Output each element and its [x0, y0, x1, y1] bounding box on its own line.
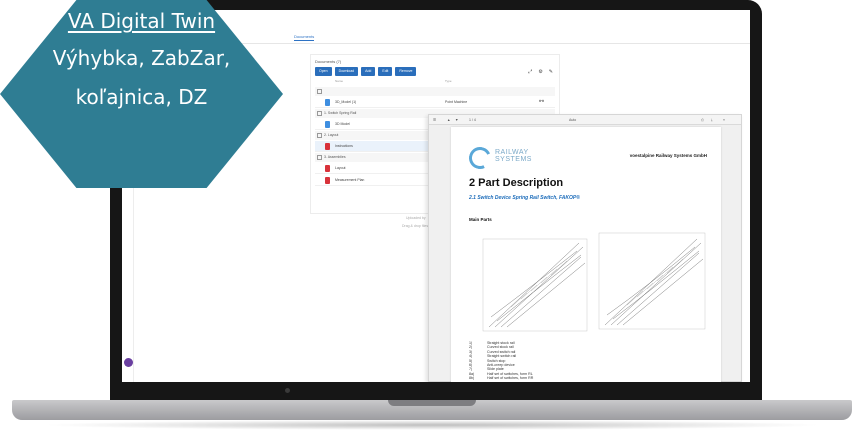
- collapse-icon[interactable]: [317, 111, 322, 116]
- dropzone-hint[interactable]: Drag & drop files: [402, 224, 428, 228]
- open-button[interactable]: Open: [315, 67, 332, 76]
- tab-documents[interactable]: Documents: [294, 34, 315, 41]
- legend-item: 8b) Half set of switches, form RR: [469, 376, 534, 381]
- pdf-viewer: ☰ ▲ ▼ 1 / 4 Auto ⎙ ⤓ » RAILWAY SYSTEMS v…: [428, 114, 742, 382]
- download-button[interactable]: Download: [334, 67, 359, 76]
- collapse-icon[interactable]: [317, 89, 322, 94]
- page-heading: 2 Part Description: [469, 177, 564, 189]
- print-icon[interactable]: ⎙: [701, 118, 704, 122]
- download-icon[interactable]: ⤓: [711, 118, 713, 122]
- zoom-select[interactable]: Auto: [569, 118, 576, 122]
- upload-note: Uploaded by: [406, 216, 426, 220]
- file-icon: [325, 99, 330, 106]
- section-heading: 2.1 Switch Device Spring Rail Switch, FA…: [469, 195, 580, 201]
- add-button[interactable]: Add: [361, 67, 376, 76]
- row-label: Measurement Plan: [335, 178, 365, 182]
- documents-toolbar: Open Download Add Edit Remove: [315, 67, 417, 76]
- badge-subtitle-1: Výhybka, ZabZar,: [52, 46, 231, 70]
- next-page-icon[interactable]: ▼: [455, 118, 458, 122]
- row-type: Point Machine: [445, 100, 468, 104]
- laptop-shadow: [40, 420, 824, 430]
- pdf-icon: [325, 143, 330, 150]
- avatar[interactable]: [124, 358, 133, 367]
- panel-title: Documents (7): [315, 59, 342, 64]
- row-label: 3D_Model (1): [335, 100, 357, 104]
- collapse-icon[interactable]: [317, 155, 322, 160]
- pdf-icon: [325, 177, 330, 184]
- row-label: 3D Model: [335, 122, 350, 126]
- link-icon[interactable]: ⚯: [539, 98, 544, 105]
- group-header[interactable]: [315, 87, 555, 96]
- page-indicator[interactable]: 1 / 4: [469, 118, 476, 122]
- badge-title: VA Digital Twin: [67, 9, 216, 33]
- product-mockup: Documents Documents (7) Open Download Ad…: [0, 0, 864, 444]
- sidebar-toggle-icon[interactable]: ☰: [433, 118, 436, 122]
- edit-button[interactable]: Edit: [378, 67, 393, 76]
- railway-systems-logo: [465, 143, 495, 173]
- laptop-notch: [388, 400, 476, 406]
- collapse-icon[interactable]: [317, 133, 322, 138]
- pdf-toolbar: ☰ ▲ ▼ 1 / 4 Auto ⎙ ⤓ »: [429, 115, 741, 125]
- row-label: Instructions: [335, 144, 353, 148]
- pdf-icon: [325, 165, 330, 172]
- group-label: 1. Switch Spring Rail: [324, 111, 357, 115]
- camera-icon: [285, 388, 290, 393]
- pin-icon[interactable]: ✎: [549, 69, 553, 75]
- badge-subtitle-2: koľajnica, DZ: [75, 85, 208, 109]
- main-parts-label: Main Parts: [469, 217, 492, 222]
- table-row[interactable]: 3D_Model (1) Point Machine ⚯: [315, 97, 555, 108]
- remove-button[interactable]: Remove: [395, 67, 417, 76]
- column-name[interactable]: Name: [335, 79, 343, 83]
- more-icon[interactable]: »: [723, 118, 725, 122]
- prev-page-icon[interactable]: ▲: [447, 118, 450, 122]
- expand-icon[interactable]: ⤢: [528, 69, 532, 75]
- switch-drawing: [482, 232, 706, 332]
- laptop-bezel: [110, 382, 762, 402]
- panel-tools: ⤢ ⚙ ✎: [528, 69, 553, 75]
- column-type[interactable]: Type: [445, 79, 452, 83]
- file-icon: [325, 121, 330, 128]
- parts-legend: 1) Straight stock rail 2) Curved stock rai…: [469, 341, 533, 381]
- pdf-page: RAILWAY SYSTEMS voestalpine Railway Syst…: [451, 127, 721, 382]
- group-label: 2. Layout: [324, 133, 339, 137]
- title-badge-text: VA Digital Twin Výhybka, ZabZar, koľajni…: [0, 0, 283, 188]
- group-label: 3. Assemblies: [324, 155, 346, 159]
- row-label: Layout: [335, 166, 346, 170]
- company-name: voestalpine Railway Systems GmbH: [629, 153, 707, 158]
- logo-text: RAILWAY SYSTEMS: [495, 149, 532, 163]
- settings-icon[interactable]: ⚙: [538, 69, 542, 75]
